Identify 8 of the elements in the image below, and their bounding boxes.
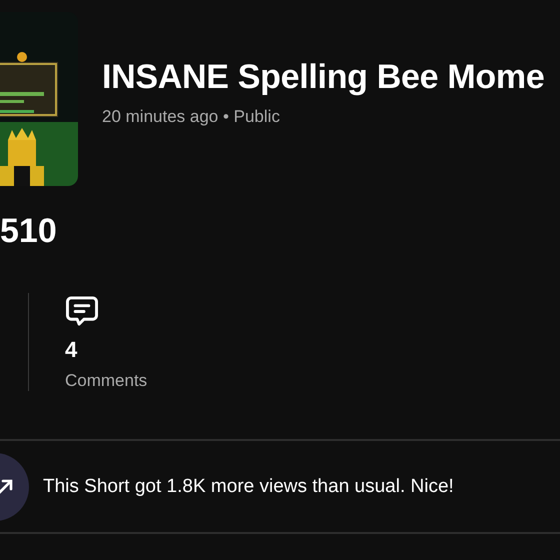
arrow-icon [0,478,13,494]
video-meta: 20 minutes ago • Public [102,106,281,126]
views-count: 510 [0,212,57,251]
insight-text: This Short got 1.8K more views than usual. Nice! [43,476,454,498]
video-title: INSANE Spelling Bee Mome [102,58,544,96]
comment-icon [65,296,99,327]
comments-count: 4 [65,337,78,363]
comments-label: Comments [65,371,148,391]
